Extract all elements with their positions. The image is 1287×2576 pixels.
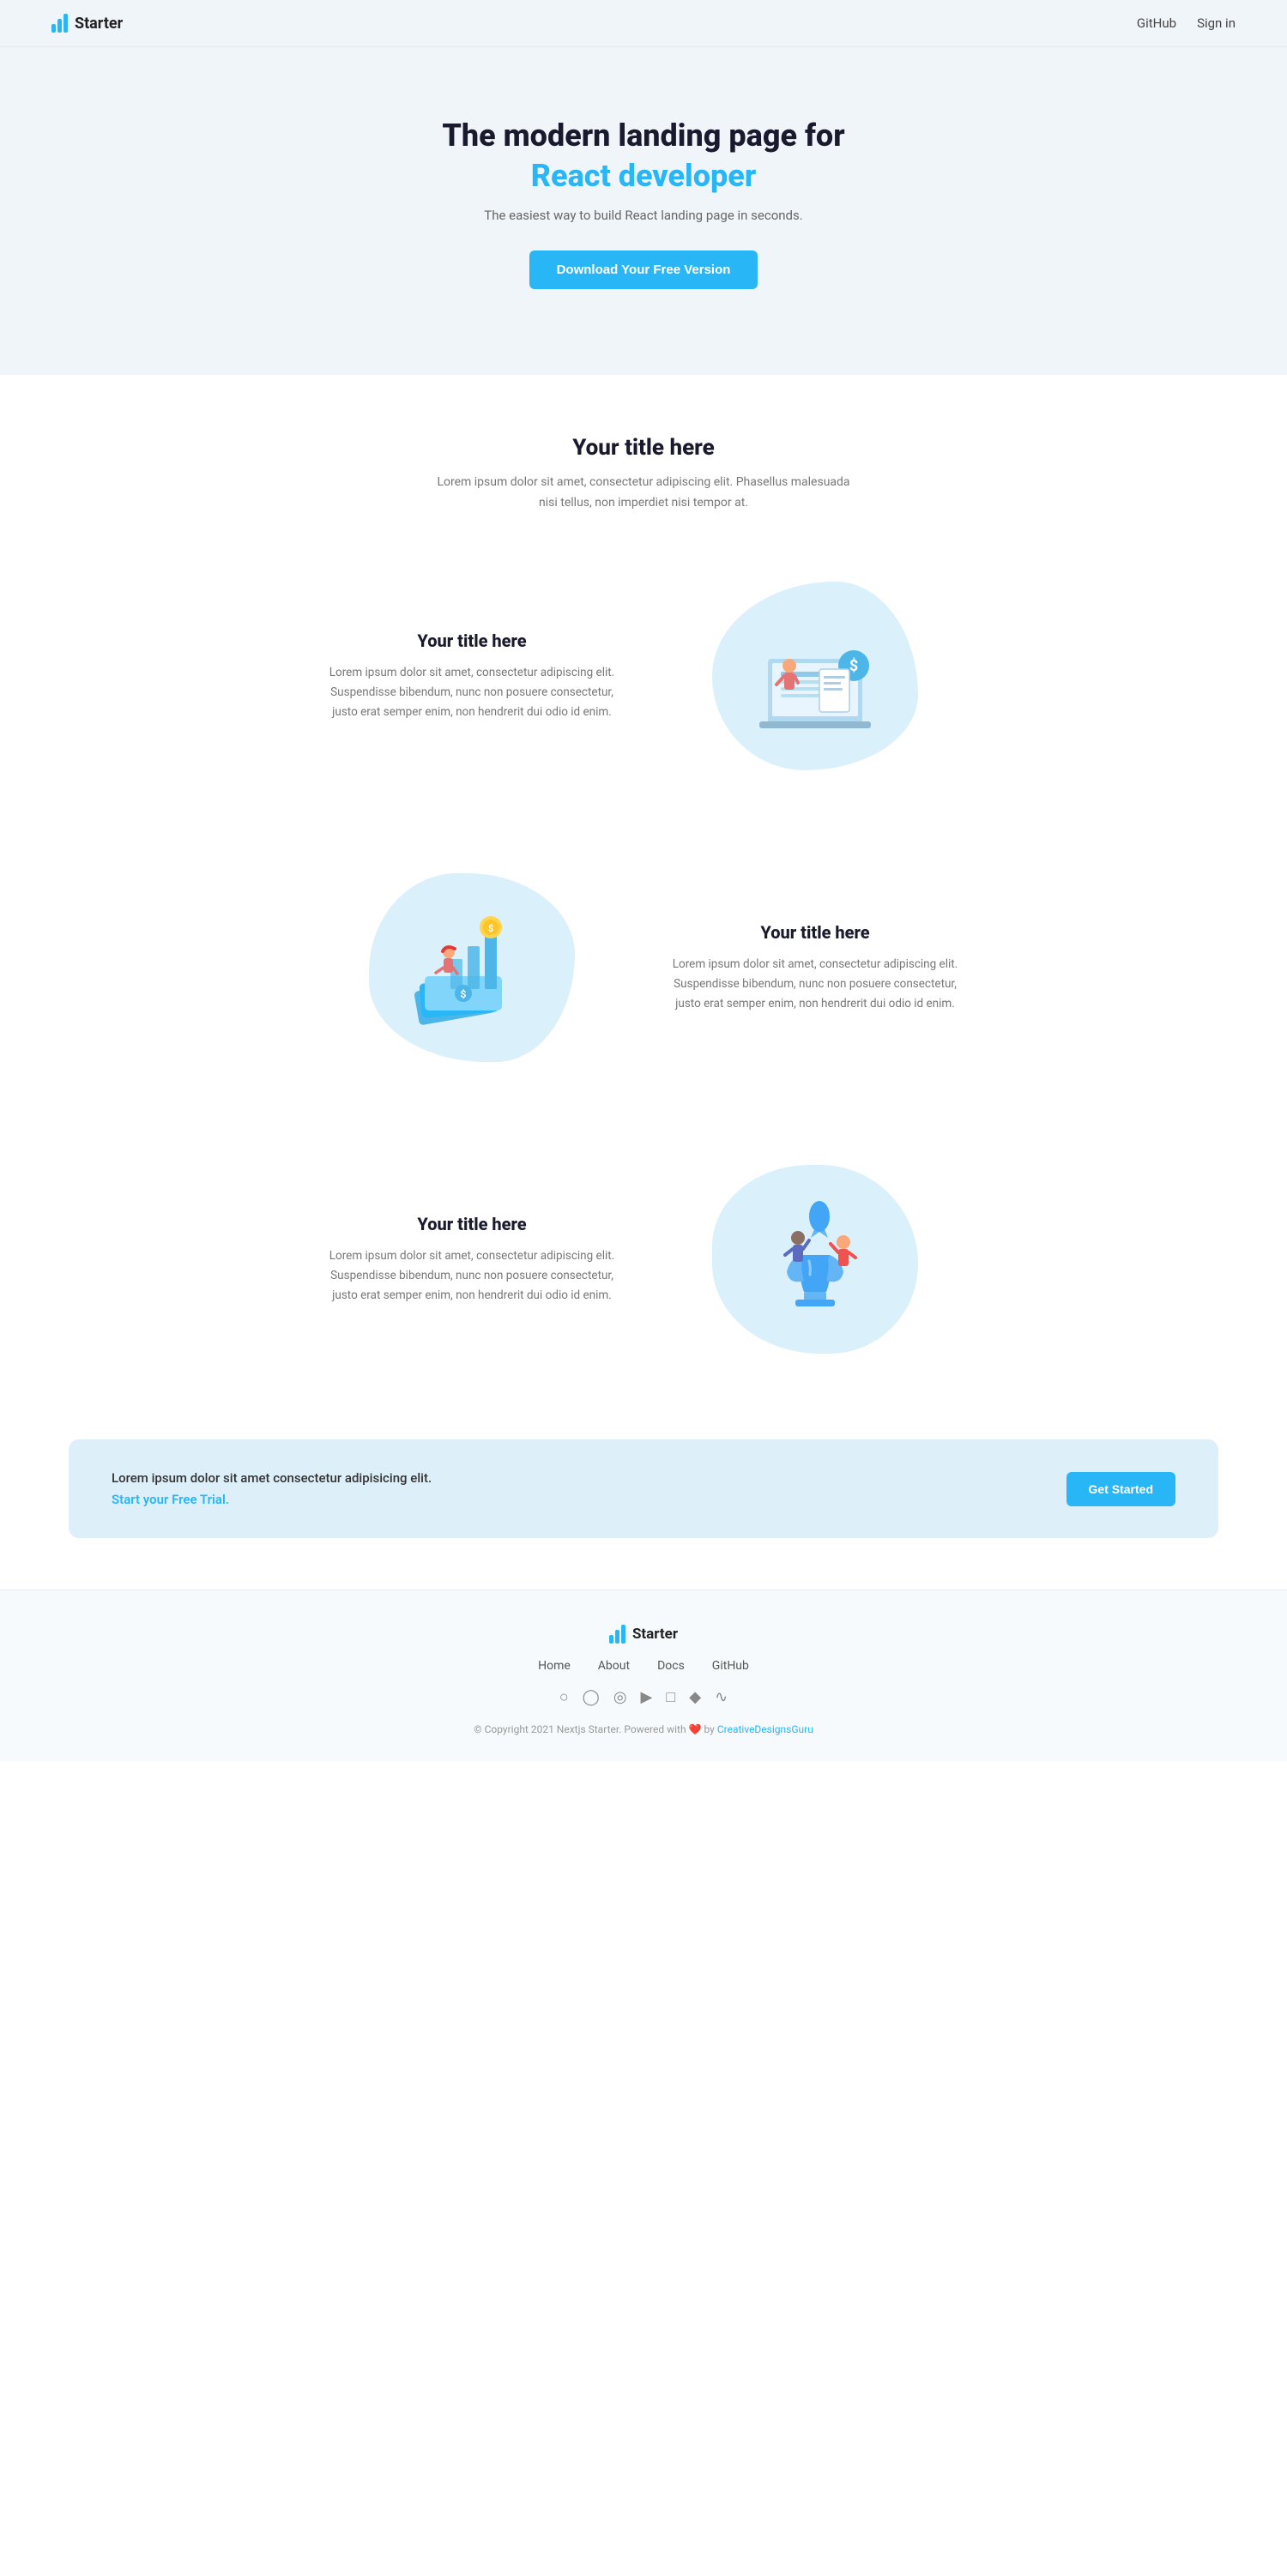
feature-2-blob: $ $ [369, 873, 575, 1062]
feature-1-title: Your title here [326, 630, 618, 651]
nav-links: GitHub Sign in [1137, 15, 1236, 31]
svg-text:$: $ [461, 988, 467, 1000]
hero-subtitle: The easiest way to build React landing p… [34, 208, 1253, 223]
feature-1-description: Lorem ipsum dolor sit amet, consectetur … [326, 663, 618, 722]
feature-2-description: Lorem ipsum dolor sit amet, consectetur … [669, 955, 961, 1014]
footer-brand-name: Starter [632, 1626, 678, 1643]
github-icon[interactable]: ○ [559, 1688, 569, 1706]
svg-text:$: $ [849, 657, 858, 675]
feature-2-title: Your title here [669, 922, 961, 943]
footer-logo-icon [609, 1625, 625, 1644]
nav-signin[interactable]: Sign in [1197, 15, 1236, 31]
feature-2-image: $ $ [326, 873, 618, 1062]
section-description: Lorem ipsum dolor sit amet, consectetur … [429, 473, 858, 514]
feature-row-3: Your title here Lorem ipsum dolor sit am… [257, 1113, 1030, 1405]
feature-3-blob [712, 1165, 918, 1354]
hero-section: The modern landing page for React develo… [0, 47, 1287, 375]
feature-1-text: Your title here Lorem ipsum dolor sit am… [326, 630, 618, 722]
footer-copyright: © Copyright 2021 Nextjs Starter. Powered… [17, 1723, 1270, 1735]
copyright-text: © Copyright 2021 Nextjs Starter. Powered… [474, 1723, 717, 1735]
logo-icon [51, 14, 68, 33]
hero-line1: The modern landing page for [34, 116, 1253, 156]
feature-2-text: Your title here Lorem ipsum dolor sit am… [669, 922, 961, 1014]
feature-3-description: Lorem ipsum dolor sit amet, consectetur … [326, 1246, 618, 1306]
footer-links: Home About Docs GitHub [17, 1659, 1270, 1673]
feature-row-1: Your title here Lorem ipsum dolor sit am… [257, 530, 1030, 822]
footer-social-icons: ○ ◯ ◎ ▶ □ ◆ ∿ [17, 1688, 1270, 1706]
hero-line2: React developer [34, 158, 1253, 194]
footer: Starter Home About Docs GitHub ○ ◯ ◎ ▶ □… [0, 1590, 1287, 1761]
facebook-icon[interactable]: ◯ [583, 1688, 600, 1706]
footer-link-github[interactable]: GitHub [712, 1659, 749, 1673]
feature-1-image: $ [669, 582, 961, 770]
cta-banner: Lorem ipsum dolor sit amet consectetur a… [69, 1439, 1218, 1538]
twitter-icon[interactable]: ◎ [613, 1688, 627, 1706]
rss-icon[interactable]: ∿ [715, 1688, 728, 1706]
footer-link-about[interactable]: About [598, 1659, 630, 1673]
cta-free-trial-link[interactable]: Start your Free Trial. [112, 1492, 229, 1507]
navbar: Starter GitHub Sign in [0, 0, 1287, 47]
brand-logo[interactable]: Starter [51, 14, 123, 33]
trophy-illustration [742, 1191, 888, 1328]
brand-name: Starter [75, 15, 123, 33]
feature-3-image [669, 1165, 961, 1354]
feature-3-text: Your title here Lorem ipsum dolor sit am… [326, 1214, 618, 1306]
cta-text-block: Lorem ipsum dolor sit amet consectetur a… [112, 1470, 432, 1507]
cta-description: Lorem ipsum dolor sit amet consectetur a… [112, 1470, 432, 1486]
feature-row-2: Your title here Lorem ipsum dolor sit am… [257, 822, 1030, 1113]
cta-get-started-button[interactable]: Get Started [1066, 1472, 1175, 1506]
feature-1-blob: $ [712, 582, 918, 770]
section-title: Your title here [34, 435, 1253, 461]
linkedin-icon[interactable]: □ [666, 1688, 675, 1706]
svg-text:$: $ [488, 923, 493, 934]
finance-illustration: $ $ [399, 899, 545, 1036]
youtube-icon[interactable]: ▶ [641, 1688, 653, 1706]
hero-cta-button[interactable]: Download Your Free Version [529, 250, 758, 289]
feature-3-title: Your title here [326, 1214, 618, 1234]
instagram-icon[interactable]: ◆ [689, 1688, 701, 1706]
footer-logo: Starter [17, 1625, 1270, 1644]
section-title-block: Your title here Lorem ipsum dolor sit am… [0, 375, 1287, 531]
nav-github[interactable]: GitHub [1137, 15, 1176, 31]
footer-link-home[interactable]: Home [538, 1659, 571, 1673]
footer-link-docs[interactable]: Docs [657, 1659, 685, 1673]
creator-link[interactable]: CreativeDesignsGuru [717, 1723, 813, 1735]
commerce-illustration: $ [742, 607, 888, 745]
